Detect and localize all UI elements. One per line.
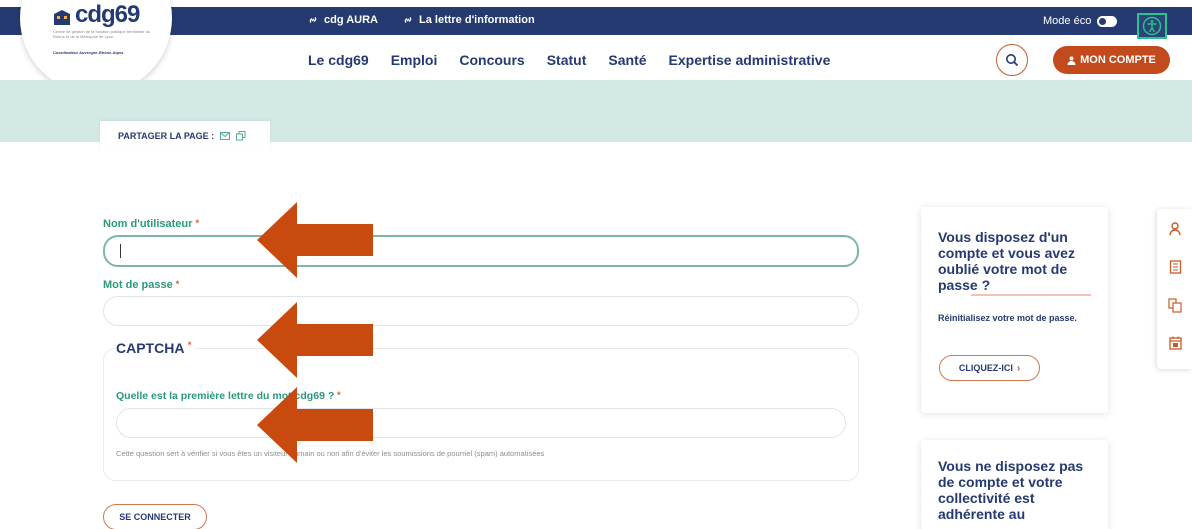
annotation-arrow-captcha	[257, 387, 373, 463]
top-bar: cdg AURA La lettre d'information Mode éc…	[0, 7, 1192, 39]
forgot-password-text: Réinitialisez votre mot de passe.	[938, 313, 1078, 323]
captcha-title: CAPTCHA *	[116, 340, 196, 356]
nav-item-statut[interactable]: Statut	[547, 52, 587, 68]
building-icon	[54, 10, 70, 25]
link-icon	[404, 17, 412, 23]
my-account-button[interactable]: MON COMPTE	[1053, 46, 1170, 74]
calendar-icon[interactable]	[1167, 335, 1183, 351]
annotation-arrow-password	[257, 302, 373, 378]
required-mark: *	[187, 340, 192, 350]
nav-item-sante[interactable]: Santé	[608, 52, 646, 68]
title-underline	[971, 294, 1091, 296]
text-caret	[120, 244, 121, 258]
chevron-right-icon: ›	[1016, 362, 1021, 374]
login-button-label: SE CONNECTER	[119, 512, 191, 522]
password-field[interactable]	[103, 296, 859, 326]
username-label: Nom d'utilisateur *	[103, 218, 199, 230]
quick-access-dock	[1157, 209, 1192, 369]
logo-subtitle: Centre de gestion de la fonction publiqu…	[53, 29, 151, 39]
book-icon[interactable]	[1167, 259, 1183, 275]
mail-icon[interactable]	[220, 131, 231, 141]
link-icon	[309, 17, 317, 23]
accessibility-icon	[1142, 16, 1162, 36]
documents-icon[interactable]	[1167, 297, 1183, 313]
eco-mode-label: Mode éco	[1043, 15, 1092, 27]
share-tab: PARTAGER LA PAGE :	[100, 121, 270, 151]
main-nav: Le cdg69 Emploi Concours Statut Santé Ex…	[308, 52, 830, 68]
no-account-card: Vous ne disposez pas de compte et votre …	[921, 440, 1108, 529]
nav-item-le-cdg69[interactable]: Le cdg69	[308, 52, 369, 68]
nav-item-expertise[interactable]: Expertise administrative	[669, 52, 831, 68]
reset-password-button[interactable]: CLIQUEZ-ICI ›	[939, 355, 1040, 381]
annotation-arrow-username	[257, 202, 373, 278]
nav-item-emploi[interactable]: Emploi	[391, 52, 438, 68]
captcha-title-text: CAPTCHA	[116, 340, 184, 356]
cdg-aura-link[interactable]: cdg AURA	[307, 14, 378, 26]
nav-item-concours[interactable]: Concours	[459, 52, 524, 68]
cdg-aura-label: cdg AURA	[324, 14, 378, 26]
page-root: { "topbar": { "link1_label": "cdg AURA",…	[0, 0, 1192, 529]
share-label: PARTAGER LA PAGE :	[118, 131, 215, 141]
no-account-title: Vous ne disposez pas de compte et votre …	[938, 458, 1084, 522]
password-label-text: Mot de passe	[103, 279, 173, 291]
my-account-label: MON COMPTE	[1080, 54, 1156, 66]
newsletter-link[interactable]: La lettre d'information	[402, 14, 535, 26]
eco-mode-toggle[interactable]: Mode éco	[1043, 15, 1118, 27]
required-mark: *	[195, 218, 199, 228]
required-mark: *	[175, 279, 180, 289]
user-icon	[1067, 56, 1076, 65]
search-button[interactable]	[996, 44, 1028, 76]
user-icon[interactable]	[1167, 221, 1183, 237]
username-label-text: Nom d'utilisateur	[103, 218, 193, 230]
toggle-switch[interactable]	[1097, 15, 1118, 27]
forgot-password-title: Vous disposez d'un compte et vous avez o…	[938, 229, 1075, 293]
captcha-answer-field[interactable]	[116, 408, 846, 438]
reset-password-label: CLIQUEZ-ICI	[958, 363, 1013, 373]
newsletter-label: La lettre d'information	[419, 14, 535, 26]
copy-icon[interactable]	[236, 131, 246, 141]
password-label: Mot de passe *	[103, 279, 179, 291]
logo-word: cdg69	[75, 1, 140, 28]
forgot-password-card: Vous disposez d'un compte et vous avez o…	[921, 207, 1108, 413]
accessibility-button[interactable]	[1137, 13, 1167, 39]
logo-mark: cdg69	[52, 1, 140, 28]
logo-coordinator: Coordinateur Auvergne-Rhône-Alpes	[53, 50, 124, 55]
username-field[interactable]	[103, 235, 859, 267]
login-button[interactable]: SE CONNECTER	[103, 504, 207, 529]
search-icon	[1006, 54, 1019, 67]
